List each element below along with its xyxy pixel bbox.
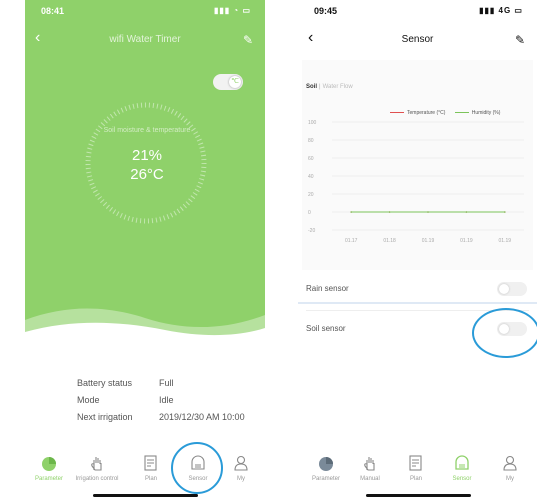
sensor-line-chart: 100 80 60 40 20 0 -20 01.17 01.18 01.19 01.19 01.19 xyxy=(308,120,524,244)
status-icons: ▮▮▮ ◔ ▭ xyxy=(213,6,251,15)
tab-parameter[interactable]: Parameter xyxy=(27,440,71,482)
highlight-circle xyxy=(171,442,223,494)
unit-toggle[interactable]: ℃ xyxy=(213,74,243,90)
status-icons: ▮▮▮ 4G ▭ xyxy=(479,6,523,15)
wave-decoration xyxy=(25,308,265,340)
sensor-tabs: Soil | Water Flow xyxy=(306,84,353,90)
status-list: Battery status Full Mode Idle Next irrigat… xyxy=(77,375,245,426)
nav-bar: ‹ wifi Water Timer ✎ xyxy=(25,29,265,50)
toggle-knob xyxy=(499,284,509,294)
tab-label: My xyxy=(506,476,514,482)
pie-chart-icon xyxy=(42,457,56,471)
tab-manual[interactable]: Manual xyxy=(348,440,392,482)
status-value: Full xyxy=(159,378,174,388)
tab-label: My xyxy=(237,476,245,482)
tab-label: Parameter xyxy=(34,476,63,482)
data-point xyxy=(350,211,352,213)
home-indicator xyxy=(366,494,471,497)
person-icon xyxy=(234,455,248,471)
tab-label: Plan xyxy=(409,476,422,482)
page-title: wifi Water Timer xyxy=(109,34,181,45)
tab-label: Parameter xyxy=(311,476,340,482)
phone-parameter-screen: 08:41 ▮▮▮ ◔ ▭ ‹ wifi Water Timer ✎ ℃ Soi… xyxy=(25,0,265,502)
rain-sensor-row: Rain sensor xyxy=(306,270,529,311)
status-row: Next irrigation 2019/12/30 AM 10:00 xyxy=(77,409,245,426)
document-icon xyxy=(409,455,422,471)
person-icon xyxy=(503,455,517,471)
tab-water-flow[interactable]: Water Flow xyxy=(323,84,353,90)
x-tick-label: 01.19 xyxy=(422,238,435,244)
y-tick-label: 20 xyxy=(308,192,314,198)
status-time: 08:41 xyxy=(41,6,65,16)
y-tick-label: 80 xyxy=(308,138,314,144)
x-tick-label: 01.19 xyxy=(499,238,512,244)
document-icon xyxy=(144,455,157,471)
tab-label: Plan xyxy=(144,476,157,482)
tab-label: Manual xyxy=(360,476,380,482)
sensor-icon xyxy=(455,455,469,470)
temperature-value: 26°C xyxy=(130,166,164,183)
status-key: Battery status xyxy=(77,378,133,388)
rain-sensor-toggle[interactable] xyxy=(497,282,527,296)
data-point xyxy=(427,211,429,213)
nav-bar: ‹ Sensor ✎ xyxy=(298,29,537,50)
status-bar: 08:41 ▮▮▮ ◔ ▭ xyxy=(25,4,265,18)
tab-my[interactable]: My xyxy=(488,440,532,482)
tab-label: Sensor xyxy=(452,476,472,482)
pie-chart-icon xyxy=(319,457,333,471)
tab-label: Irrigation control xyxy=(75,476,119,482)
phone-sensor-screen: 09:45 ▮▮▮ 4G ▭ ‹ Sensor ✎ Soil | Water Flo… xyxy=(298,0,537,502)
y-tick-label: 100 xyxy=(308,120,317,126)
soil-sensor-label: Soil sensor xyxy=(306,324,346,333)
hand-icon xyxy=(91,457,102,471)
x-tick-label: 01.17 xyxy=(345,238,358,244)
status-bar: 09:45 ▮▮▮ 4G ▭ xyxy=(298,4,537,18)
status-key: Mode xyxy=(77,395,100,405)
tab-parameter[interactable]: Parameter xyxy=(304,440,348,482)
page-title: Sensor xyxy=(401,34,434,45)
edit-icon[interactable]: ✎ xyxy=(243,30,253,50)
bottom-tab-bar: Parameter Irrigation control Plan Sensor xyxy=(25,440,265,502)
tab-soil[interactable]: Soil xyxy=(306,84,317,90)
tab-my[interactable]: My xyxy=(219,440,263,482)
highlight-circle xyxy=(472,308,537,358)
status-value: 2019/12/30 AM 10:00 xyxy=(159,412,245,422)
edit-icon[interactable]: ✎ xyxy=(515,30,525,50)
status-row: Battery status Full xyxy=(77,375,245,392)
y-tick-label: 0 xyxy=(308,210,311,216)
x-tick-label: 01.19 xyxy=(460,238,473,244)
gauge-label: Soil moisture & temperature xyxy=(103,127,191,134)
hand-icon xyxy=(364,457,375,471)
home-indicator xyxy=(93,494,198,497)
y-tick-label: -20 xyxy=(308,228,315,234)
tab-sensor[interactable]: Sensor xyxy=(440,440,484,482)
section-divider xyxy=(298,302,537,304)
bottom-tab-bar: Parameter Manual Plan Sensor My xyxy=(298,440,537,502)
x-tick-label: 01.18 xyxy=(383,238,396,244)
green-header-panel: 08:41 ▮▮▮ ◔ ▭ ‹ wifi Water Timer ✎ ℃ Soi… xyxy=(25,0,265,340)
y-tick-label: 60 xyxy=(308,156,314,162)
status-key: Next irrigation xyxy=(77,412,133,422)
tab-plan[interactable]: Plan xyxy=(394,440,438,482)
status-row: Mode Idle xyxy=(77,392,245,409)
tab-irrigation-control[interactable]: Irrigation control xyxy=(75,440,119,482)
tab-plan[interactable]: Plan xyxy=(129,440,173,482)
data-point xyxy=(504,211,506,213)
status-time: 09:45 xyxy=(314,6,338,16)
data-point xyxy=(465,211,468,213)
rain-sensor-label: Rain sensor xyxy=(306,284,349,293)
moisture-value: 21% xyxy=(131,147,163,164)
y-tick-label: 40 xyxy=(308,174,314,180)
toggle-knob: ℃ xyxy=(229,76,241,88)
data-point xyxy=(388,211,391,213)
status-value: Idle xyxy=(159,395,174,405)
